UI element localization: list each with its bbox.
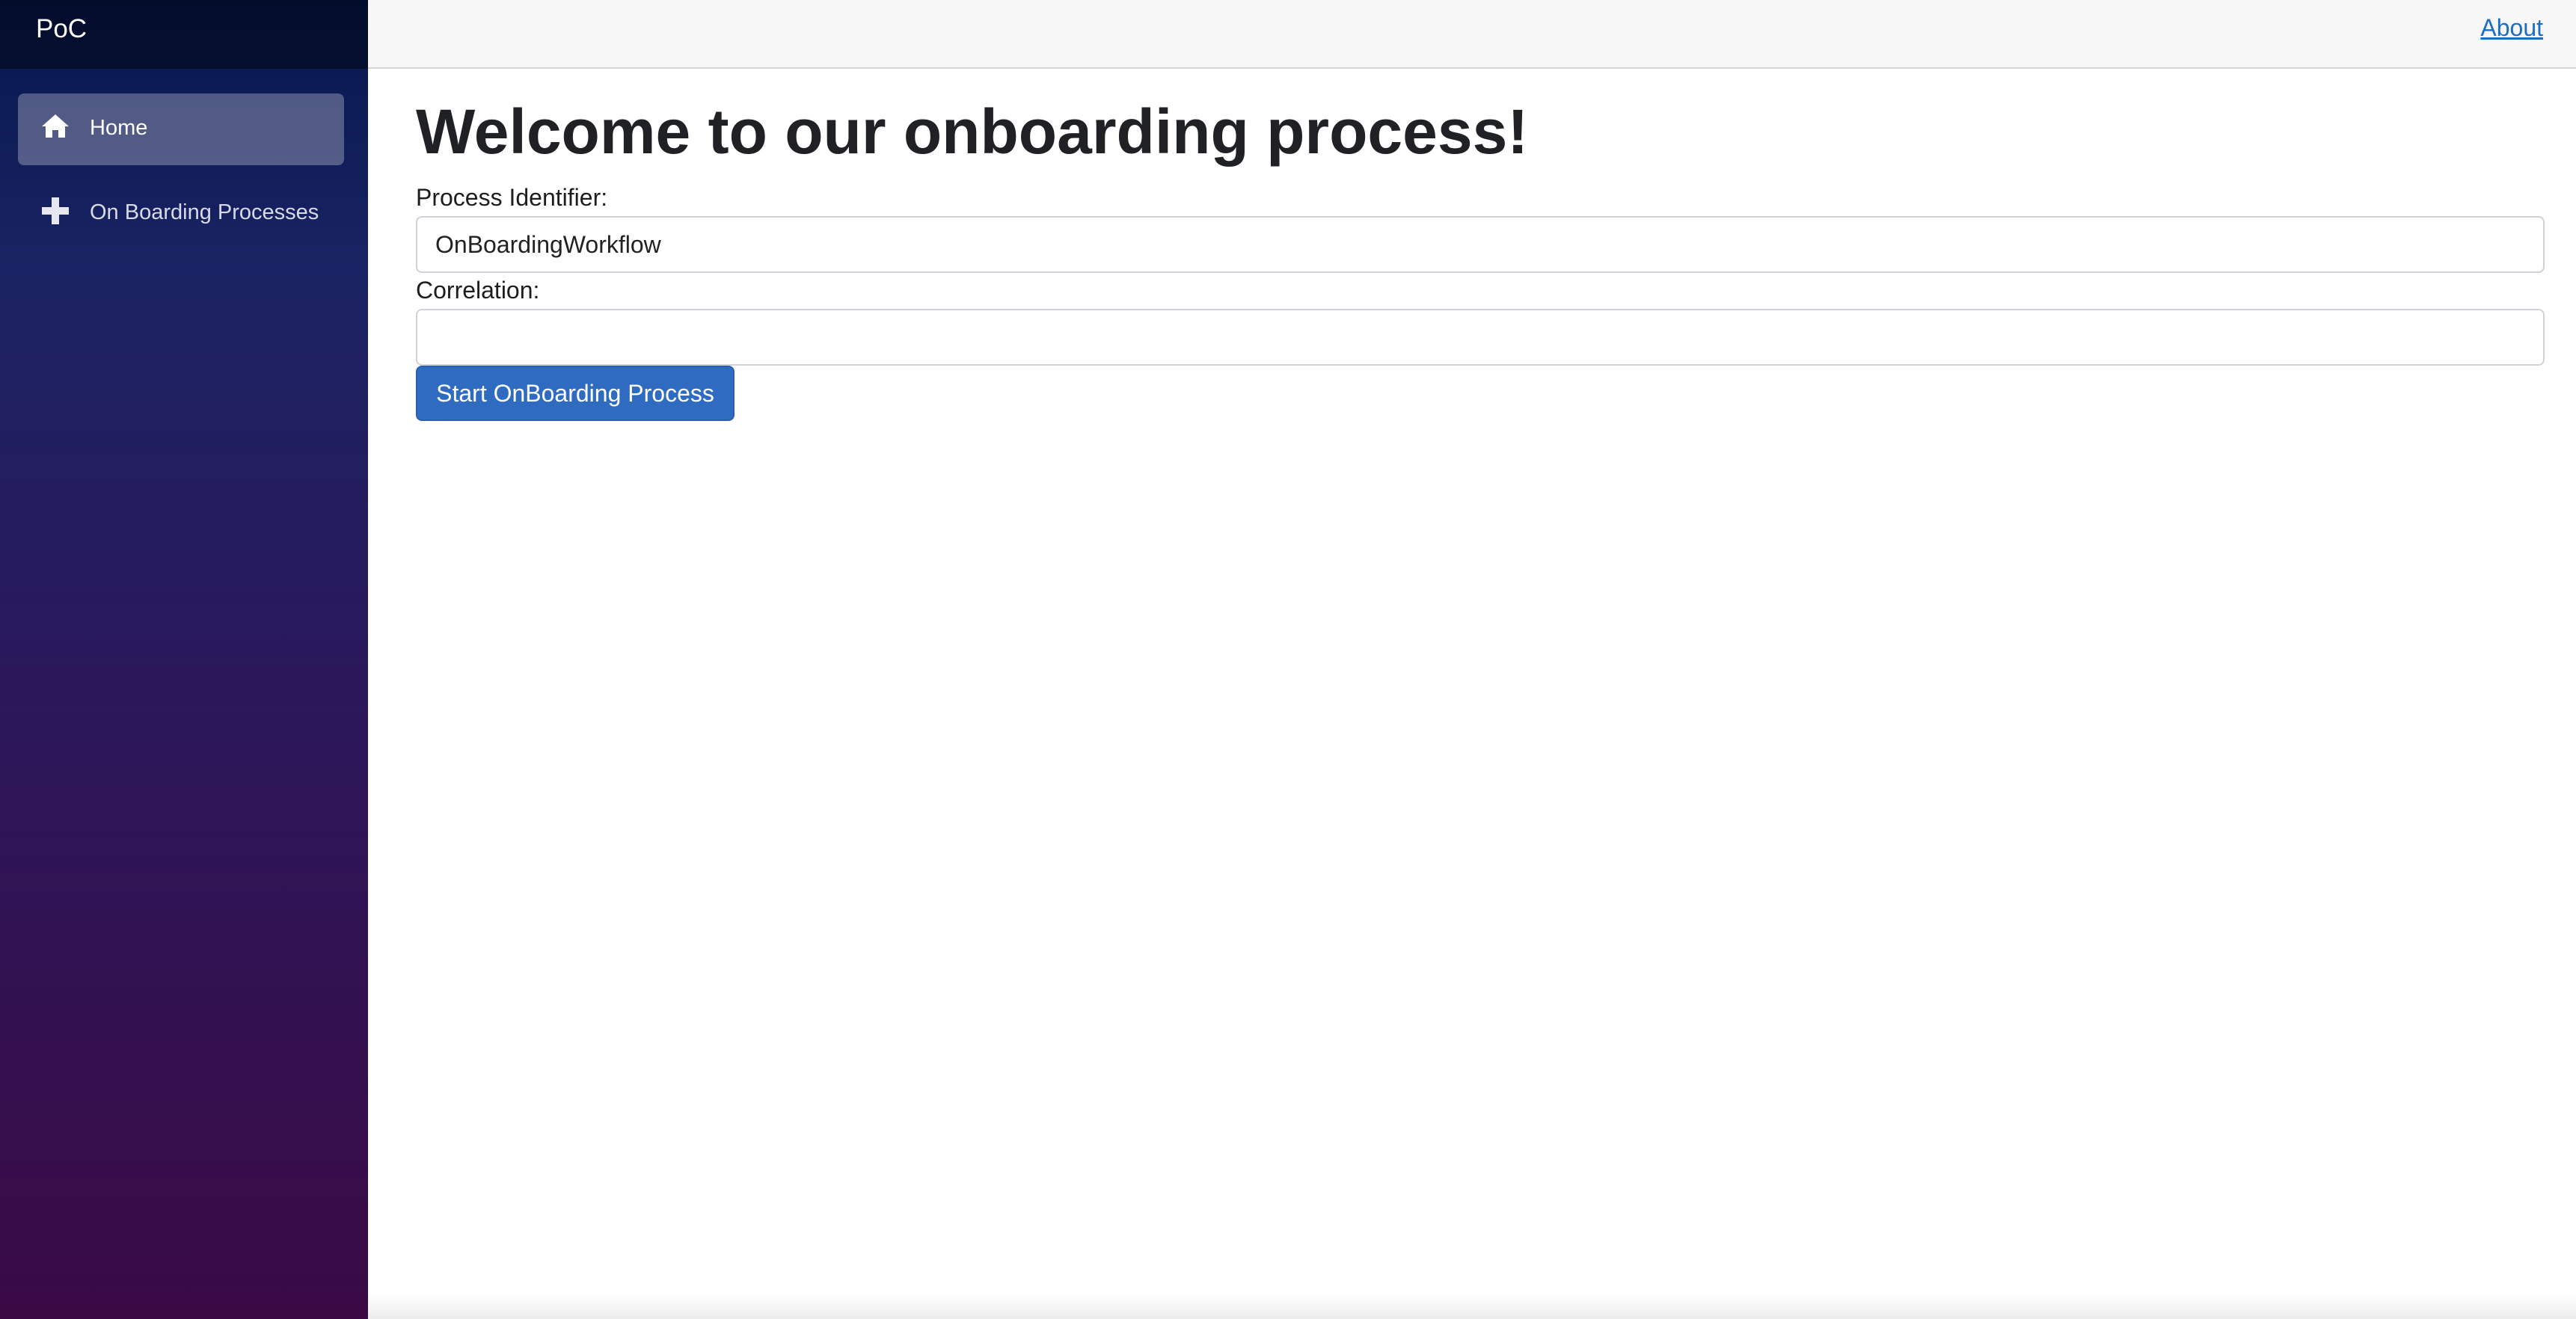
- sidebar-item-onboarding-processes[interactable]: On Boarding Processes: [18, 178, 344, 250]
- process-identifier-label: Process Identifier:: [416, 184, 608, 211]
- sidebar-item-onboarding-processes-label: On Boarding Processes: [90, 200, 319, 224]
- process-identifier-input[interactable]: [416, 216, 2545, 273]
- plus-icon: [42, 197, 69, 224]
- sidebar-item-home-label: Home: [90, 116, 148, 140]
- brand-logo-text[interactable]: PoC: [36, 13, 87, 45]
- page-title: Welcome to our onboarding process!: [416, 96, 1529, 167]
- top-bar: About: [368, 0, 2576, 69]
- correlation-input[interactable]: [416, 309, 2545, 366]
- app-window: PoC Home On Boarding Processes About Wel…: [0, 0, 2576, 1319]
- home-icon: [42, 114, 69, 138]
- sidebar-item-home[interactable]: Home: [18, 93, 344, 165]
- start-onboarding-process-button[interactable]: Start OnBoarding Process: [416, 366, 735, 421]
- sidebar: PoC Home On Boarding Processes: [0, 0, 368, 1319]
- correlation-label: Correlation:: [416, 277, 540, 304]
- brand-bar: PoC: [0, 0, 368, 69]
- bottom-shadow: [368, 1294, 2576, 1319]
- about-link[interactable]: About: [2480, 13, 2543, 43]
